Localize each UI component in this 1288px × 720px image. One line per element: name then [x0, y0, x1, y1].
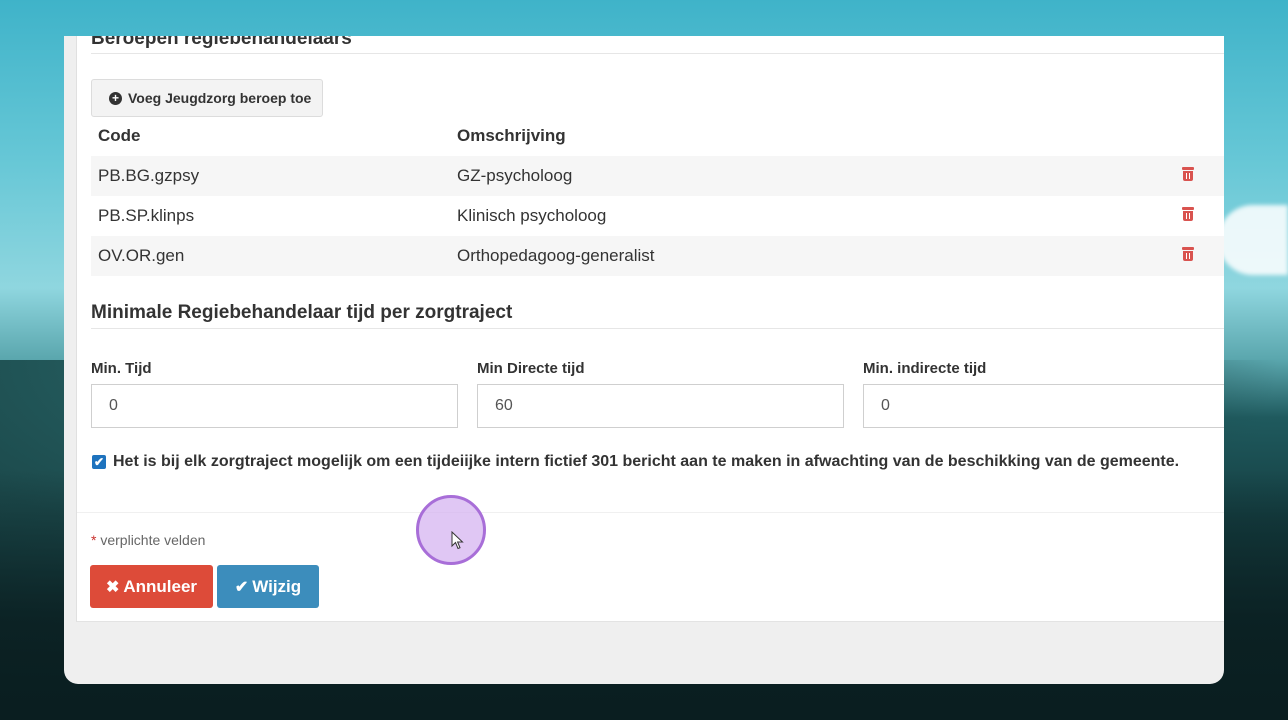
- min-indirecte-tijd-input[interactable]: [863, 384, 1224, 428]
- min-indirecte-tijd-field: Min. indirecte tijd: [863, 360, 1224, 428]
- plus-circle-icon: +: [109, 91, 122, 105]
- table-row: PB.BG.gzpsy GZ-psycholoog: [91, 156, 1224, 196]
- check-icon: ✔: [234, 578, 249, 596]
- column-header-description: Omschrijving: [457, 126, 566, 145]
- mouse-pointer-icon: [451, 531, 464, 550]
- delete-cell: [1151, 196, 1224, 236]
- table-row: PB.SP.klinps Klinisch psycholoog: [91, 196, 1224, 236]
- form-panel: Beroepen regiebehandelaars + Voeg Jeugdz…: [76, 36, 1224, 622]
- add-beroep-label: Voeg Jeugdzorg beroep toe: [128, 90, 312, 106]
- required-star: *: [91, 532, 97, 548]
- table-header-row: Code Omschrijving: [91, 116, 1224, 156]
- fictief-301-option: ✔ Het is bij elk zorgtraject mogelijk om…: [91, 453, 1179, 471]
- column-header-code: Code: [98, 126, 141, 145]
- cancel-label: Annuleer: [123, 576, 198, 596]
- cell-description: Orthopedagoog-generalist: [450, 236, 1151, 276]
- min-tijd-input[interactable]: [91, 384, 458, 428]
- cursor-highlight: [416, 495, 486, 565]
- submit-label: Wijzig: [252, 576, 302, 596]
- min-indirecte-tijd-label: Min. indirecte tijd: [863, 360, 987, 377]
- add-beroep-button[interactable]: + Voeg Jeugdzorg beroep toe: [91, 79, 323, 117]
- min-tijd-field: Min. Tijd: [91, 360, 458, 428]
- cell-code: PB.SP.klinps: [98, 206, 195, 225]
- delete-cell: [1151, 156, 1224, 196]
- required-fields-note: * verplichte velden: [91, 532, 205, 548]
- fictief-301-checkbox[interactable]: ✔: [92, 455, 106, 469]
- table-row: OV.OR.gen Orthopedagoog-generalist: [91, 236, 1224, 276]
- trash-icon[interactable]: [1182, 207, 1194, 221]
- submit-button[interactable]: ✔ Wijzig: [217, 565, 319, 608]
- fictief-301-label: Het is bij elk zorgtraject mogelijk om e…: [113, 453, 1180, 470]
- trash-icon[interactable]: [1182, 167, 1194, 181]
- min-directe-tijd-input[interactable]: [477, 384, 844, 428]
- trash-icon[interactable]: [1182, 247, 1194, 261]
- cell-description: GZ-psycholoog: [450, 156, 1151, 196]
- background-cloud: [1218, 205, 1288, 275]
- cell-code: OV.OR.gen: [91, 236, 450, 276]
- section-divider: [91, 328, 1224, 329]
- delete-cell: [1151, 236, 1224, 276]
- column-header-actions: [1151, 116, 1224, 156]
- min-directe-tijd-field: Min Directe tijd: [477, 360, 844, 428]
- cell-code: PB.BG.gzpsy: [91, 156, 450, 196]
- footer-divider: [77, 512, 1224, 513]
- beroepen-table: Code Omschrijving PB.BG.gzpsy GZ-psychol…: [91, 116, 1224, 276]
- cancel-button[interactable]: ✖ Annuleer: [90, 565, 213, 608]
- app-window: Beroepen regiebehandelaars + Voeg Jeugdz…: [64, 36, 1224, 684]
- min-directe-tijd-label: Min Directe tijd: [477, 360, 585, 377]
- section-divider: [91, 53, 1224, 54]
- section-title-beroepen: Beroepen regiebehandelaars: [91, 36, 352, 49]
- times-icon: ✖: [105, 578, 120, 596]
- required-text: verplichte velden: [100, 532, 206, 548]
- section-title-minimale-tijd: Minimale Regiebehandelaar tijd per zorgt…: [91, 302, 513, 323]
- cell-description: Klinisch psycholoog: [457, 206, 607, 225]
- min-tijd-label: Min. Tijd: [91, 360, 152, 377]
